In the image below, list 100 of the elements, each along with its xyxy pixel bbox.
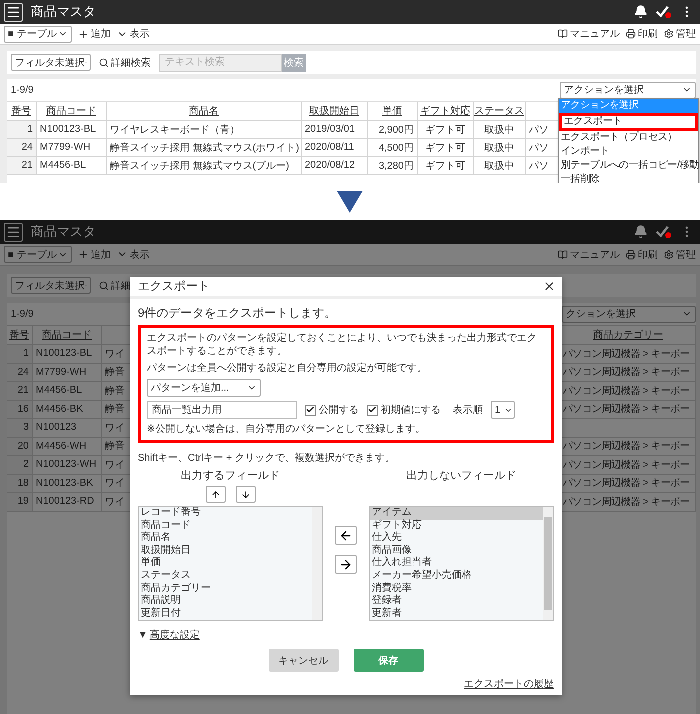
move-up-button[interactable] (206, 486, 226, 503)
close-button[interactable] (543, 280, 556, 293)
table-cell: M4456-BL (37, 157, 107, 175)
bell-icon[interactable] (634, 5, 648, 19)
triangle-marker: ▼ (138, 630, 148, 640)
printer-icon (626, 250, 636, 260)
table-cell: 3,280円 (368, 157, 418, 175)
list-item[interactable]: 取扱開始日 (139, 544, 312, 558)
table-cell: 21 (7, 157, 37, 175)
list-item[interactable]: 消費税率 (370, 582, 543, 596)
list-item[interactable]: ステータス (139, 570, 312, 583)
check-icon (306, 405, 315, 415)
arrow-down-icon (240, 490, 250, 500)
field-list[interactable]: アイテム ギフト対応 仕入先 商品画像 仕入れ担当者 メーカー希望小売価格 消費税率 登録者 更新者 (369, 506, 554, 621)
table-cell: 静音スイッチ採用 無線式マウス(ブルー) (107, 157, 302, 175)
filter-select[interactable]: フィルタ未選択 (11, 54, 91, 71)
column-header[interactable]: ステータス (474, 102, 526, 121)
column-header[interactable]: 取扱開始日 (302, 102, 368, 121)
list-item[interactable]: 更新日付 (139, 608, 312, 620)
table-cell: N100123-WH (33, 456, 102, 474)
table-cell: パソコン周辺機器 > キーボー (562, 382, 696, 400)
list-item[interactable]: 商品コード (139, 520, 312, 532)
column-header[interactable]: ギフト対応 (418, 102, 474, 121)
toolbar-link[interactable]: 管理 (664, 27, 696, 41)
display-button[interactable]: 表示 (117, 248, 150, 262)
detail-search-button[interactable]: 詳細検索 (99, 56, 151, 70)
list-item[interactable]: レコード番号 (139, 507, 312, 520)
filter-select[interactable]: フィルタ未選択 (11, 277, 91, 294)
toolbar-link[interactable]: 印刷 (626, 27, 658, 41)
menu-option[interactable]: エクスポート（プロセス） (559, 131, 698, 145)
description-text: エクスポートのパターンを設定しておくことにより、いつでも決まった出力形式でエクスポートすることができます。 (147, 332, 538, 358)
toolbar-link[interactable]: マニュアル (558, 248, 620, 262)
move-down-button[interactable] (236, 486, 256, 503)
intro-text: 9件のデータをエクスポートします。 (138, 305, 338, 322)
table-cell: 21 (7, 382, 33, 400)
table-cell: 2020/08/12 (302, 157, 368, 175)
menu-option[interactable]: 別テーブルへの一括コピー/移動 (559, 159, 698, 173)
pattern-select[interactable]: パターンを追加... (147, 379, 261, 397)
list-item[interactable]: 登録者 (370, 595, 543, 608)
add-button[interactable]: 追加 (78, 248, 111, 262)
toolbar-link[interactable]: 管理 (664, 248, 696, 262)
table-cell: 24 (7, 364, 33, 382)
menu-icon (6, 224, 21, 240)
checkbox[interactable] (367, 404, 378, 416)
list-item[interactable]: ギフト対応 (370, 520, 543, 532)
table-cell: M7799-WH (37, 139, 107, 157)
list-item[interactable]: 更新者 (370, 608, 543, 620)
scrollbar[interactable] (543, 507, 553, 620)
action-select[interactable]: クションを選択 (562, 306, 696, 322)
add-button[interactable]: 追加 (78, 27, 111, 41)
field-list[interactable]: レコード番号 商品コード 商品名 取扱開始日 単価 ステータス 商品カテゴリー 商品説明 更新日付 (138, 506, 323, 621)
remove-field-button[interactable] (335, 555, 357, 574)
detail-search-button[interactable]: 詳細 (99, 278, 131, 292)
column-header[interactable]: 商品コード (33, 326, 102, 345)
list-item[interactable]: 仕入れ担当者 (370, 557, 543, 570)
table-cell: パソコン周辺機器 > キーボー (562, 400, 696, 419)
checkbox[interactable] (305, 404, 316, 416)
menu-option[interactable]: インポート (559, 145, 698, 159)
display-button[interactable]: 表示 (117, 27, 150, 41)
view-select[interactable]: ■ テーブル (4, 246, 72, 263)
order-label: 表示順 (453, 404, 483, 417)
list-item[interactable]: 商品画像 (370, 544, 543, 558)
column-header[interactable]: 単価 (368, 102, 418, 121)
toolbar-link[interactable]: マニュアル (558, 27, 620, 41)
action-select[interactable]: アクションを選択 (560, 82, 696, 98)
table-cell: 2020/08/11 (302, 139, 368, 157)
table-cell: 取扱中 (474, 121, 526, 139)
table-cell: ギフト可 (418, 157, 474, 175)
list-item[interactable]: 商品説明 (139, 595, 312, 608)
list-item[interactable]: 単価 (139, 557, 312, 570)
column-header[interactable]: 番号 (7, 326, 33, 345)
table-cell: 24 (7, 139, 37, 157)
menu-option[interactable]: エクスポート (559, 113, 698, 131)
cancel-button[interactable]: キャンセル (268, 649, 338, 672)
column-header[interactable]: 商品カテゴリー (562, 326, 696, 345)
view-select[interactable]: ■ テーブル (4, 26, 72, 42)
search-field[interactable]: テキスト検索 (159, 54, 282, 72)
check-icon[interactable] (656, 5, 672, 19)
pattern-name-field[interactable]: 商品一覧出力用 (147, 401, 297, 419)
table-cell: パソコン周辺機器 > キーボー (562, 456, 696, 474)
add-field-button[interactable] (335, 526, 357, 545)
order-select[interactable]: 1 (491, 401, 515, 419)
check-icon[interactable] (656, 225, 672, 239)
column-header[interactable]: 商品コード (37, 102, 107, 121)
record-count: 1-9/9 (11, 308, 34, 320)
toolbar-link[interactable]: 印刷 (626, 248, 658, 262)
table-cell: N100123-BL (33, 345, 102, 364)
list-item[interactable]: アイテム (370, 507, 543, 520)
table-cell: 20 (7, 438, 33, 456)
advanced-settings-link[interactable]: 高度な設定 (150, 628, 200, 642)
column-header[interactable]: 商品名 (107, 102, 302, 121)
column-header[interactable]: 番号 (7, 102, 37, 121)
list-item[interactable]: 商品名 (139, 532, 312, 545)
checkbox-label: 初期値にする (381, 404, 441, 417)
list-item[interactable]: 仕入先 (370, 532, 543, 545)
scrollbar[interactable] (312, 507, 322, 620)
export-history-link[interactable]: エクスポートの履歴 (464, 677, 554, 691)
menu-icon (6, 4, 21, 20)
list-item[interactable]: メーカー希望小売価格 (370, 570, 543, 583)
list-item[interactable]: 商品カテゴリー (139, 582, 312, 596)
